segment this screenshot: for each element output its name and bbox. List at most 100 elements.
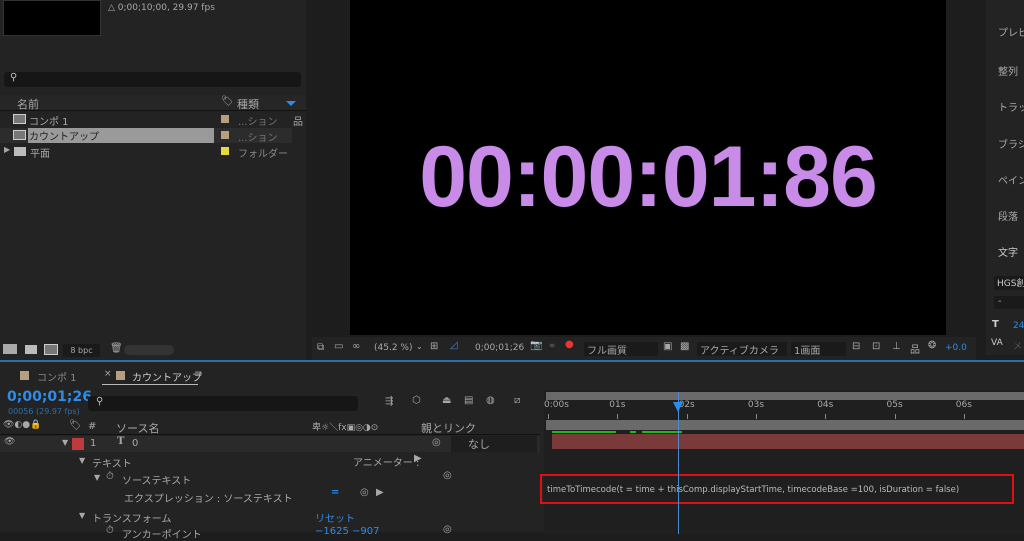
layer-name[interactable]: 0 [132,438,138,449]
col-type[interactable]: 種類 [237,96,259,112]
sort-arrow-icon[interactable] [286,101,296,106]
always-preview-icon[interactable]: ⧉ [317,342,324,353]
project-item[interactable]: コンポ 1 ...ション [0,112,292,128]
current-time[interactable]: 0;00;01;26 [7,389,92,405]
pickwhip-icon[interactable]: ◎ [443,470,452,481]
tab-countup[interactable]: × カウントアップ ≡ [102,369,202,385]
ruler-tick-label: 0:00s [544,400,569,410]
parent-select[interactable]: なし [451,436,537,452]
flowchart-icon[interactable]: 品 [293,113,303,128]
panel-item-tracker[interactable]: トラッカー [998,99,1024,114]
label-swatch[interactable] [221,115,229,123]
pickwhip-icon[interactable]: ◎ [443,524,452,535]
font-select[interactable]: HGS創 [994,276,1024,290]
panel-item-brush[interactable]: ブラシ [998,136,1024,151]
menu-icon[interactable]: ≡ [194,369,202,380]
transform-reset[interactable]: リセット [315,510,355,525]
expand-arrow-icon[interactable]: ▼ [94,473,100,482]
project-item[interactable]: ▶ 平面 フォルダー [0,144,292,160]
expand-arrow-icon[interactable]: ▼ [62,438,68,447]
label-swatch[interactable] [221,131,229,139]
monitor-icon[interactable]: ▭ [334,341,343,352]
layer-label-swatch[interactable] [72,438,84,450]
motion-blur-icon[interactable]: ◍ [486,395,495,406]
playhead-icon[interactable] [672,402,683,412]
trash-icon[interactable]: 🗑 [110,343,123,354]
col-parent-link[interactable]: 親とリンク [421,420,476,436]
flowchart-icon[interactable]: 品 [910,341,920,356]
camera-icon[interactable]: 📷 [530,340,542,351]
prop-source-text[interactable]: ソーステキスト [122,472,191,487]
grid-icon[interactable]: ⊞ [430,341,438,352]
comp-canvas[interactable]: 00:00:01:86 [350,0,946,335]
new-composition-icon[interactable] [44,344,58,355]
graph-editor-icon[interactable]: ⧄ [514,395,520,406]
item-type: ...ション [238,133,278,144]
draft-3d-icon[interactable]: ⬡ [412,395,421,406]
new-folder-icon[interactable] [25,345,37,354]
exposure-value[interactable]: +0.0 [945,343,967,353]
expression-text[interactable]: timeToTimecode(t = time + thisComp.displ… [547,485,959,495]
panel-item-paragraph[interactable]: 段落 [998,208,1018,223]
timecode-display-text: 00:00:01:86 [419,129,878,225]
layer-bar[interactable] [552,434,1024,449]
panel-item-character[interactable]: 文字 [998,244,1018,259]
comp-flowchart-icon[interactable]: ⊥ [892,341,901,352]
expand-arrow-icon[interactable]: ▶ [4,145,10,154]
close-icon[interactable]: × [104,369,112,379]
project-search-input[interactable]: ⚲ [4,72,301,87]
toggle-mask-icon[interactable]: ▩ [680,341,689,352]
fast-previews-icon[interactable]: ⊟ [852,341,860,352]
label-swatch[interactable] [221,147,229,155]
layer-row[interactable]: 👁 ▼ 1 T 0 ◎ なし [0,436,540,452]
expression-box[interactable]: timeToTimecode(t = time + thisComp.displ… [540,474,1014,504]
prop-anchor-point[interactable]: アンカーポイント [122,526,202,541]
views-select[interactable]: 1画面 [791,342,846,357]
comp-mini-flowchart-icon[interactable]: ⇶ [385,396,393,407]
visibility-eye-icon[interactable]: 👁 [4,437,15,447]
prop-text[interactable]: テキスト [92,455,132,470]
panel-item-preview[interactable]: プレビュー [998,24,1024,39]
shy-layers-icon[interactable]: ⏏ [442,395,451,406]
project-item[interactable]: カウントアップ ...ション [0,128,292,144]
current-time-indicator[interactable] [677,392,679,534]
show-snapshot-icon[interactable]: ⚭ [548,341,556,352]
prop-transform[interactable]: トランスフォーム [92,510,172,525]
layer-search-input[interactable]: ⚲ [88,396,358,411]
interpret-footage-icon[interactable] [3,344,17,354]
col-source-name[interactable]: ソース名 [116,420,159,436]
pickwhip-icon[interactable]: ◎ [432,437,441,448]
thumbnail-slider[interactable] [124,345,174,355]
quality-select[interactable]: フル画質 [584,342,658,357]
bpc-button[interactable]: 8 bpc [63,344,100,357]
stopwatch-icon[interactable]: ⏱ [106,471,114,482]
timeline-icon[interactable]: ⊡ [872,341,880,352]
expression-enable-icon[interactable]: = [331,487,339,498]
panel-item-align[interactable]: 整列 [998,63,1018,78]
font-size-value[interactable]: 24 [1013,321,1024,331]
camera-select[interactable]: アクティブカメラ [697,342,787,357]
time-ruler[interactable]: 0:00s 01s 02s 03s 04s 05s 06s [544,400,1024,420]
kerning-value[interactable]: メト [1013,339,1024,352]
vr-icon[interactable]: ∞ [352,341,360,352]
work-area-bar[interactable] [546,392,1024,400]
channel-rgb-icon[interactable]: ● [565,339,574,350]
chevron-down-icon[interactable]: ⌄ [416,342,423,351]
font-style-select[interactable]: - [994,296,1024,309]
col-name[interactable]: 名前 [17,96,39,112]
region-of-interest-icon[interactable]: ◿ [450,340,458,351]
expression-pickwhip-icon[interactable]: ◎ [360,487,369,498]
exposure-reset-icon[interactable]: ❂ [928,340,936,351]
stopwatch-icon[interactable]: ⏱ [106,525,114,536]
frame-blending-icon[interactable]: ▤ [464,395,473,406]
ruler-tick-label: 01s [609,400,626,410]
animator-play-icon[interactable]: ▶ [414,453,422,464]
animator-label: アニメーター : [353,458,420,469]
viewer-timecode[interactable]: 0;00;01;26 [475,343,524,353]
expression-language-menu-icon[interactable]: ▶ [376,487,384,498]
transparency-grid-icon[interactable]: ▣ [663,341,672,352]
zoom-select[interactable]: (45.2 %) [374,343,412,353]
panel-item-paint[interactable]: ペイント [998,172,1024,187]
expand-arrow-icon[interactable]: ▼ [79,456,85,465]
expand-arrow-icon[interactable]: ▼ [79,511,85,520]
